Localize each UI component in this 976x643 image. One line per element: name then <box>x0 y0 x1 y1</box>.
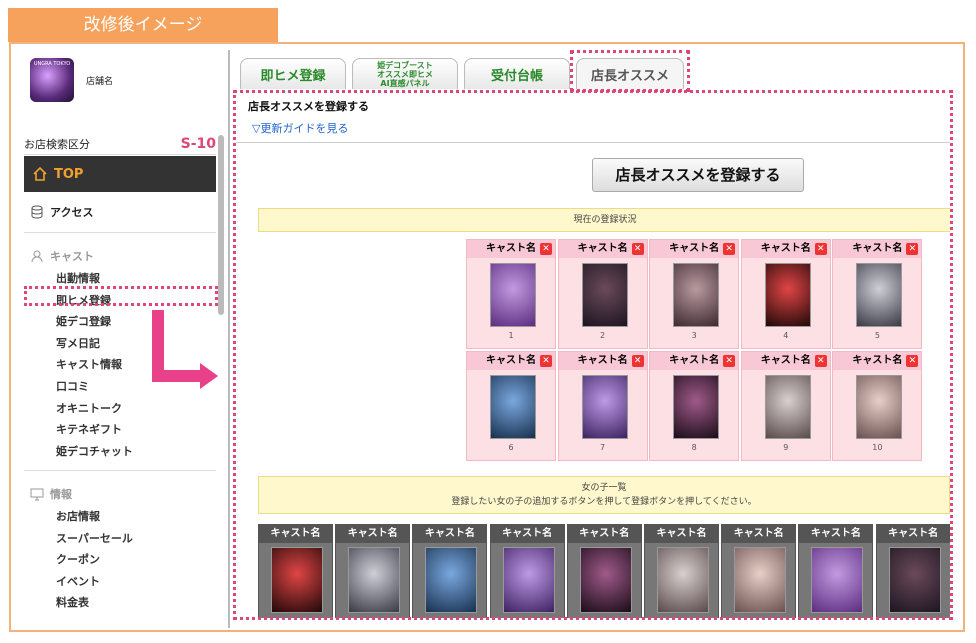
shop-logo[interactable]: UNGRA TOKYO <box>30 58 74 102</box>
tab-himedeco-boost[interactable]: 姫デコブースト オススメ即ヒメ AI直感パネル <box>352 58 458 89</box>
search-category-label: お店検索区分 <box>24 138 90 151</box>
divider <box>24 232 216 233</box>
sidebar: UNGRA TOKYO 店舗名 お店検索区分 S-10 TOP アクセス キャス… <box>16 48 221 628</box>
highlight-sokuhime <box>24 286 218 306</box>
sidebar-item-cast-8[interactable]: 姫デコチャット <box>56 443 133 459</box>
tab-reception[interactable]: 受付台帳 <box>464 58 570 89</box>
arrow-shaft <box>152 370 202 382</box>
highlight-tab <box>570 50 690 92</box>
tab-sokuhime[interactable]: 即ヒメ登録 <box>240 58 346 89</box>
sidebar-item-access-label: アクセス <box>50 206 94 219</box>
sidebar-scrollbar[interactable] <box>218 135 224 315</box>
sidebar-item-info-1[interactable]: スーパーセール <box>56 530 133 546</box>
arrow-head <box>200 363 218 389</box>
sidebar-item-cast-0[interactable]: 出勤情報 <box>56 270 100 286</box>
shop-block: UNGRA TOKYO 店舗名 <box>30 58 113 102</box>
section-cast-label: キャスト <box>50 250 94 263</box>
section-info-label: 情報 <box>50 488 72 501</box>
sidebar-item-info-0[interactable]: お店情報 <box>56 508 100 524</box>
monitor-icon <box>30 488 44 501</box>
search-category-code: S-10 <box>180 136 216 152</box>
sidebar-item-info-3[interactable]: イベント <box>56 573 100 589</box>
sidebar-item-cast-3[interactable]: 写メ日記 <box>56 335 100 351</box>
divider <box>24 470 216 471</box>
home-icon <box>33 166 47 181</box>
highlight-main <box>233 90 953 620</box>
search-category: お店検索区分 S-10 <box>24 136 216 155</box>
sidebar-item-cast-7[interactable]: キテネギフト <box>56 421 122 437</box>
sidebar-item-cast-5[interactable]: 口コミ <box>56 378 89 394</box>
section-cast: キャスト <box>30 248 94 264</box>
page-banner: 改修後イメージ <box>8 8 278 42</box>
sidebar-item-top-label: TOP <box>54 166 84 182</box>
section-info: 情報 <box>30 486 72 502</box>
sidebar-item-cast-4[interactable]: キャスト情報 <box>56 356 122 372</box>
sidebar-item-cast-2[interactable]: 姫デコ登録 <box>56 313 111 329</box>
shop-name: 店舗名 <box>86 76 114 87</box>
person-icon <box>31 250 43 263</box>
sidebar-item-access[interactable]: アクセス <box>30 204 93 220</box>
sidebar-item-info-2[interactable]: クーポン <box>56 551 100 567</box>
divider <box>228 50 230 628</box>
sidebar-item-top[interactable]: TOP <box>24 156 216 192</box>
database-icon <box>31 205 43 219</box>
sidebar-item-cast-6[interactable]: オキニトーク <box>56 400 122 416</box>
sidebar-item-info-4[interactable]: 料金表 <box>56 594 89 610</box>
